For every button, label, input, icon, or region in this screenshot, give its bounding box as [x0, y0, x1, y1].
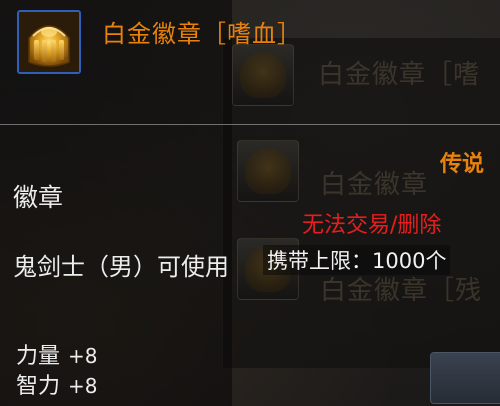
- item-name: 白金徽章［嗜血］: [102, 20, 302, 48]
- stat-label: 力量: [16, 344, 61, 369]
- badge-icon: [240, 52, 286, 98]
- usable-by-label: 鬼剑士（男）可使用: [13, 253, 229, 281]
- stat-value: +8: [68, 374, 98, 398]
- item-icon-slot: [17, 10, 81, 74]
- tooltip-divider: [0, 124, 500, 125]
- background-item-slot-2[interactable]: [237, 140, 299, 202]
- background-item-title-2: 白金徽章: [320, 170, 429, 200]
- stat-row: 智力 +8: [16, 368, 98, 400]
- background-action-button[interactable]: [430, 352, 500, 404]
- stat-label: 智力: [16, 374, 61, 399]
- trade-restriction-label: 无法交易/删除: [302, 213, 442, 238]
- stat-row: 力量 +8: [16, 338, 98, 370]
- gold-platinum-badge-icon: [19, 12, 79, 72]
- rarity-label: 传说: [440, 152, 485, 177]
- badge-icon: [245, 148, 291, 194]
- carry-limit-label: 携带上限：1000个: [263, 245, 451, 275]
- background-item-title-1: 白金徽章［嗜: [318, 60, 481, 90]
- stat-value: +8: [68, 344, 98, 368]
- background-item-slot-1[interactable]: [232, 44, 294, 106]
- item-type: 徽章: [13, 183, 64, 212]
- background-item-title-3: 白金徽章［残: [320, 276, 483, 306]
